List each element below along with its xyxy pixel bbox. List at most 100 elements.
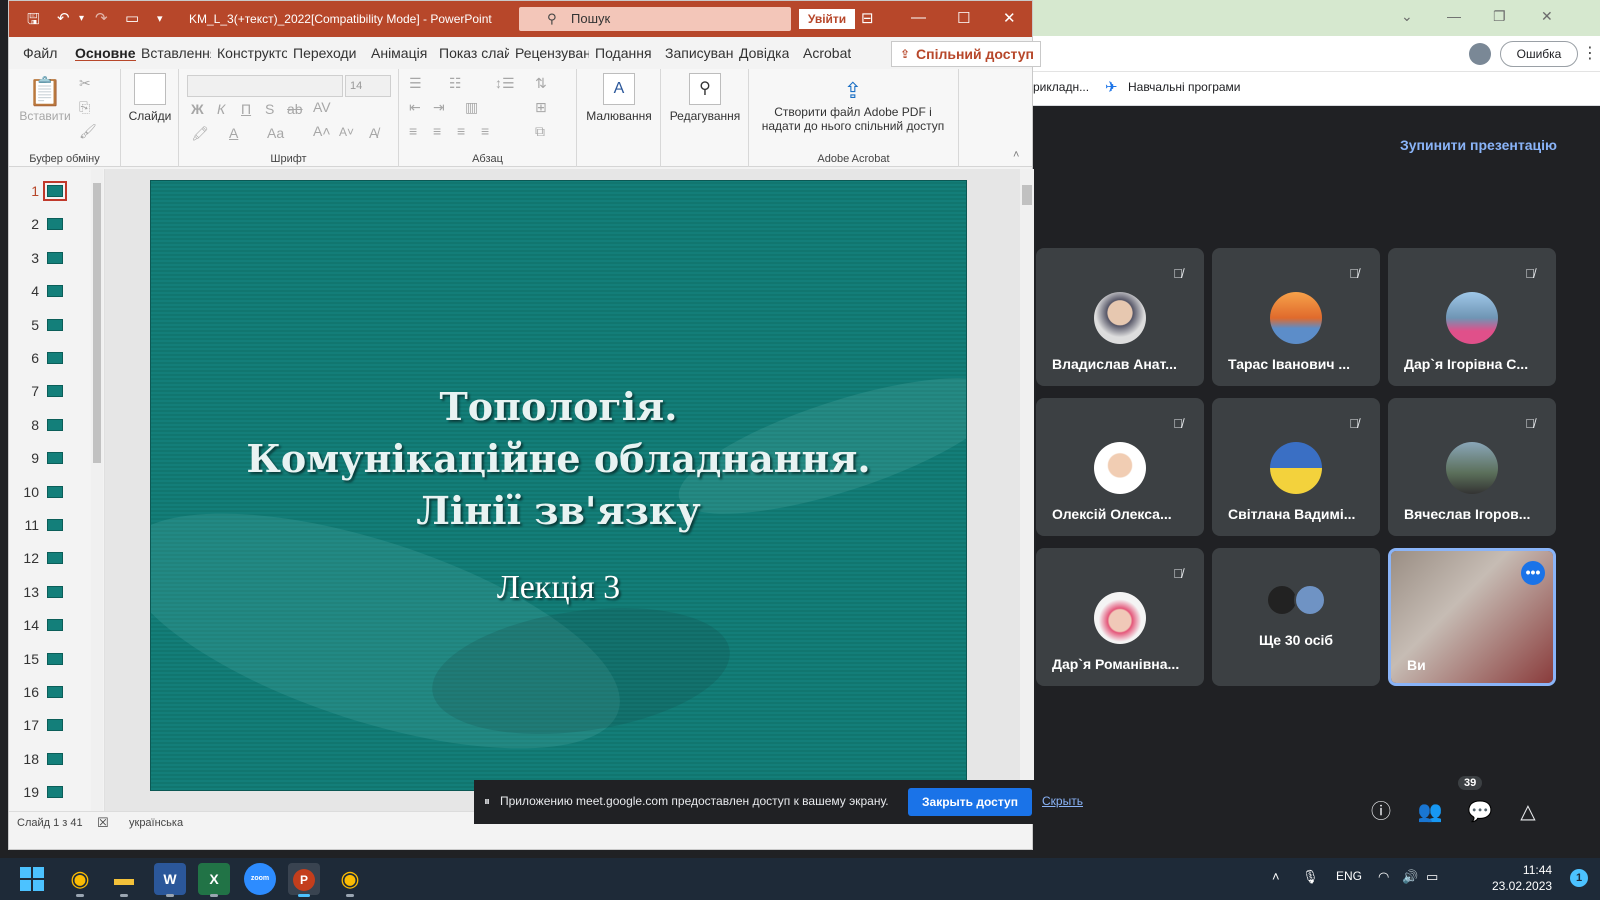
align-text-icon[interactable]: ⊞: [535, 99, 547, 116]
create-pdf-button[interactable]: ⇪ Створити файл Adobe PDF і надати до нь…: [753, 77, 953, 133]
participant-tile[interactable]: 🎙̸ Олексій Олекса...: [1036, 398, 1204, 536]
bold-icon[interactable]: Ж: [191, 101, 204, 117]
slide-thumbnail[interactable]: 7: [9, 375, 89, 407]
close-icon[interactable]: ✕: [1003, 9, 1016, 27]
slide-thumbnail[interactable]: 5: [9, 309, 89, 341]
chrome-profile-icon[interactable]: ◉: [334, 863, 366, 897]
align-center-icon[interactable]: ≡: [433, 123, 441, 139]
minimize-icon[interactable]: —: [911, 9, 926, 26]
highlight-icon[interactable]: 🖍: [191, 125, 209, 142]
tab-recording[interactable]: Записування: [665, 45, 733, 61]
font-color-icon[interactable]: A: [229, 125, 238, 141]
slide-thumbnail[interactable]: 2: [9, 208, 89, 240]
more-participants-tile[interactable]: Ще 30 осіб: [1212, 548, 1380, 686]
chevron-up-icon[interactable]: ˄: [1272, 869, 1280, 884]
slide-thumbnail[interactable]: 14: [9, 609, 89, 641]
notification-badge[interactable]: 1: [1570, 869, 1588, 887]
powerpoint-icon[interactable]: P: [288, 863, 320, 897]
smartart-icon[interactable]: ⧉: [535, 123, 545, 140]
font-size-box[interactable]: 14: [345, 75, 391, 97]
people-icon[interactable]: 👥: [1416, 798, 1444, 826]
align-right-icon[interactable]: ≡: [457, 123, 465, 139]
language-label[interactable]: українська: [129, 817, 183, 829]
grow-font-icon[interactable]: A˄: [313, 123, 331, 139]
slide-thumbnail[interactable]: 12: [9, 542, 89, 574]
slide-thumbnail[interactable]: 11: [9, 509, 89, 541]
participant-tile[interactable]: 🎙̸ Світлана Вадимі...: [1212, 398, 1380, 536]
slide-thumbnail[interactable]: 1: [9, 175, 89, 207]
slide-thumbnail[interactable]: 18: [9, 743, 89, 775]
microphone-icon[interactable]: 🎙: [1302, 869, 1319, 885]
self-video-tile[interactable]: ••• Ви: [1388, 548, 1556, 686]
tab-home[interactable]: Основне: [75, 45, 136, 61]
bullets-icon[interactable]: ☰: [409, 75, 422, 92]
text-direction-icon[interactable]: ⇅: [535, 75, 547, 92]
spacing-icon[interactable]: AV: [313, 99, 331, 115]
profile-avatar[interactable]: [1469, 43, 1491, 65]
excel-icon[interactable]: X: [198, 863, 230, 897]
slide-thumbnail[interactable]: 6: [9, 342, 89, 374]
cut-icon[interactable]: ✂: [79, 75, 91, 92]
slide-canvas[interactable]: Топологія. Комунікаційне обладнання. Лін…: [150, 180, 967, 791]
presentation-start-icon[interactable]: ▭: [125, 9, 139, 27]
line-spacing-icon[interactable]: ↕☰: [495, 75, 515, 92]
italic-icon[interactable]: К: [217, 101, 225, 117]
slide-thumbnail[interactable]: 19: [9, 776, 89, 808]
thumbnail-scrollbar[interactable]: [91, 169, 103, 811]
change-case-icon[interactable]: Aa: [267, 125, 284, 141]
login-button[interactable]: Увійти: [799, 9, 855, 29]
restore-icon[interactable]: ❐: [1493, 8, 1506, 25]
participant-tile[interactable]: 🎙̸ Владислав Анат...: [1036, 248, 1204, 386]
drawing-button[interactable]: A Малювання: [583, 73, 655, 123]
strikethrough-icon[interactable]: ab: [287, 101, 303, 117]
share-button[interactable]: ⇪ Спільний доступ: [891, 41, 1041, 67]
wifi-icon[interactable]: ◠: [1378, 869, 1389, 885]
bookmark-item[interactable]: рикладн...: [1033, 80, 1089, 94]
chrome-icon[interactable]: ◉: [64, 863, 96, 897]
participant-tile[interactable]: 🎙̸ Тарас Іванович ...: [1212, 248, 1380, 386]
slide-thumbnail[interactable]: 9: [9, 442, 89, 474]
windows-start-icon[interactable]: [20, 867, 44, 891]
slide-thumbnail[interactable]: 10: [9, 476, 89, 508]
tab-insert[interactable]: Вставлення: [141, 45, 211, 61]
font-name-box[interactable]: [187, 75, 343, 97]
search-box[interactable]: ⚲ Пошук: [519, 7, 791, 31]
slide-thumbnail[interactable]: 4: [9, 275, 89, 307]
editing-button[interactable]: ⚲ Редагування: [665, 73, 745, 123]
maximize-icon[interactable]: ☐: [957, 9, 970, 27]
customize-qat-icon[interactable]: ▾: [157, 12, 163, 25]
battery-icon[interactable]: ▭: [1426, 869, 1438, 885]
participant-tile[interactable]: 🎙̸ Дар`я Романівна...: [1036, 548, 1204, 686]
numbering-icon[interactable]: ☷: [449, 75, 462, 92]
zoom-icon[interactable]: zoom: [244, 863, 276, 895]
redo-icon[interactable]: ↷: [95, 9, 108, 27]
chrome-error-button[interactable]: Ошибка: [1500, 41, 1578, 67]
clear-format-icon[interactable]: A̸: [369, 125, 378, 141]
tab-view[interactable]: Подання: [595, 45, 652, 61]
editor-scrollbar[interactable]: [1020, 169, 1034, 811]
word-icon[interactable]: W: [154, 863, 186, 897]
paste-button[interactable]: 📋 Вставити: [15, 75, 75, 123]
chevron-down-icon[interactable]: ▾: [79, 13, 84, 24]
input-language[interactable]: ENG: [1336, 869, 1362, 883]
participant-tile[interactable]: 🎙̸ Дар`я Ігорівна С...: [1388, 248, 1556, 386]
decrease-indent-icon[interactable]: ⇤: [409, 99, 421, 116]
tab-acrobat[interactable]: Acrobat: [803, 45, 851, 61]
shadow-icon[interactable]: S: [265, 101, 274, 117]
volume-icon[interactable]: 🔊: [1402, 869, 1418, 885]
participant-tile[interactable]: 🎙̸ Вячеслав Ігоров...: [1388, 398, 1556, 536]
info-icon[interactable]: ⓘ: [1367, 798, 1395, 826]
underline-icon[interactable]: П: [241, 101, 251, 117]
justify-icon[interactable]: ≡: [481, 123, 489, 139]
hide-link[interactable]: Скрыть: [1042, 794, 1083, 808]
more-options-icon[interactable]: •••: [1521, 561, 1545, 585]
slide-thumbnail[interactable]: 15: [9, 643, 89, 675]
undo-icon[interactable]: ↶: [57, 9, 70, 27]
tab-file[interactable]: Файл: [23, 45, 57, 61]
increase-indent-icon[interactable]: ⇥: [433, 99, 445, 116]
stop-presentation-button[interactable]: Зупинити презентацію: [1400, 137, 1557, 153]
slide-thumbnail[interactable]: 16: [9, 676, 89, 708]
file-explorer-icon[interactable]: ▬: [108, 863, 140, 897]
shrink-font-icon[interactable]: A˅: [339, 125, 354, 139]
spellcheck-icon[interactable]: ☒: [97, 815, 109, 831]
